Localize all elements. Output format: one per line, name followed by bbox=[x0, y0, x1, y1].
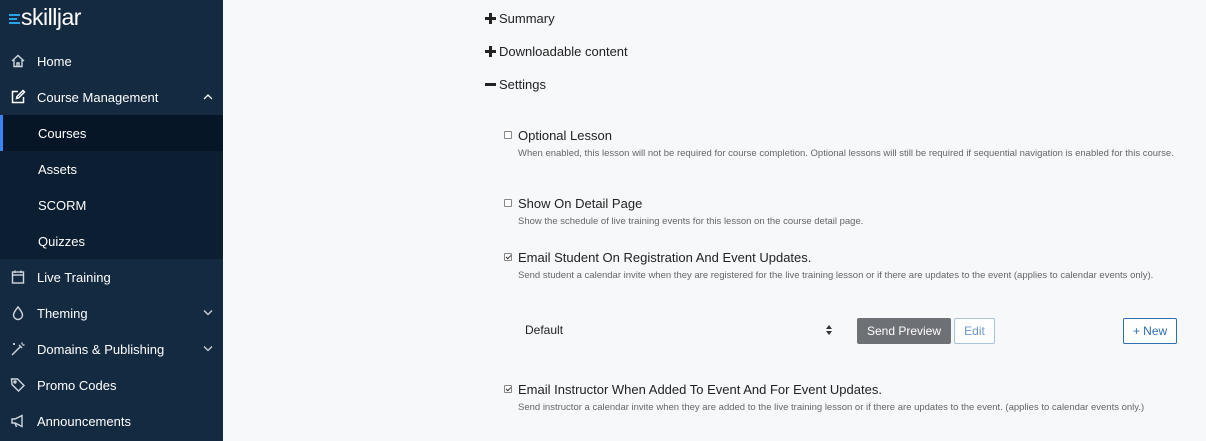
sidebar-subitem-label: Quizzes bbox=[38, 233, 85, 249]
select-value: Default bbox=[525, 323, 564, 337]
logo-wordmark: skilljar bbox=[21, 3, 81, 30]
optional-lesson-checkbox[interactable] bbox=[504, 131, 512, 139]
sidebar-subitem-courses[interactable]: Courses bbox=[0, 115, 223, 151]
section-title: Summary bbox=[499, 11, 555, 26]
sidebar-item-promo-codes[interactable]: Promo Codes bbox=[0, 367, 223, 403]
summary-section-toggle[interactable]: Summary bbox=[485, 11, 555, 26]
setting-title: Email Instructor When Added To Event And… bbox=[518, 382, 882, 397]
sidebar-item-label: Course Management bbox=[37, 89, 159, 105]
sidebar-item-live-training[interactable]: Live Training bbox=[0, 259, 223, 295]
show-on-detail-page-checkbox[interactable] bbox=[504, 199, 512, 207]
setting-title: Optional Lesson bbox=[518, 128, 612, 143]
section-title: Downloadable content bbox=[499, 44, 628, 59]
sidebar-subitem-label: SCORM bbox=[38, 197, 87, 213]
minus-icon bbox=[485, 79, 496, 90]
magic-wand-icon bbox=[11, 342, 25, 356]
setting-title: Show On Detail Page bbox=[518, 196, 643, 211]
setting-description: When enabled, this lesson will not be re… bbox=[518, 148, 1174, 159]
sidebar-subitem-scorm[interactable]: SCORM bbox=[0, 187, 223, 223]
sidebar-item-label: Home bbox=[37, 53, 72, 69]
email-student-checkbox[interactable] bbox=[504, 253, 512, 261]
edit-button[interactable]: Edit bbox=[954, 318, 995, 344]
skilljar-logo[interactable]: skilljar bbox=[9, 4, 81, 30]
course-management-submenu: Courses Assets SCORM Quizzes bbox=[0, 115, 223, 259]
sidebar-item-label: Theming bbox=[37, 305, 88, 321]
sidebar-subitem-label: Assets bbox=[38, 161, 78, 177]
main-content: Summary Downloadable content Settings Op… bbox=[223, 0, 1206, 441]
setting-description: Send student a calendar invite when they… bbox=[518, 270, 1154, 281]
home-icon bbox=[11, 54, 25, 68]
sidebar-subitem-quizzes[interactable]: Quizzes bbox=[0, 223, 223, 259]
new-template-button[interactable]: + New bbox=[1123, 318, 1177, 344]
sidebar-subitem-label: Courses bbox=[38, 125, 87, 141]
send-preview-button[interactable]: Send Preview bbox=[857, 318, 951, 344]
email-instructor-checkbox[interactable] bbox=[504, 385, 512, 393]
megaphone-icon bbox=[11, 414, 23, 428]
sidebar-item-theming[interactable]: Theming bbox=[0, 295, 223, 331]
calendar-icon bbox=[11, 270, 25, 284]
plus-icon bbox=[485, 46, 496, 57]
sidebar-item-label: Announcements bbox=[37, 413, 131, 429]
setting-description: Send instructor a calendar invite when t… bbox=[518, 402, 1145, 413]
sidebar-item-label: Promo Codes bbox=[37, 377, 117, 393]
downloadable-content-section-toggle[interactable]: Downloadable content bbox=[485, 44, 628, 59]
droplet-icon bbox=[12, 305, 24, 321]
section-title: Settings bbox=[499, 77, 546, 92]
setting-description: Show the schedule of live training event… bbox=[518, 216, 864, 227]
chevron-down-icon[interactable] bbox=[203, 345, 213, 352]
sidebar-item-label: Domains & Publishing bbox=[37, 341, 165, 357]
sidebar-subitem-assets[interactable]: Assets bbox=[0, 151, 223, 187]
setting-title: Email Student On Registration And Event … bbox=[518, 250, 812, 265]
email-template-select[interactable]: Default bbox=[514, 319, 840, 343]
sidebar-item-label: Live Training bbox=[37, 269, 111, 285]
sidebar-item-course-management[interactable]: Course Management bbox=[0, 79, 223, 115]
tag-icon bbox=[10, 378, 25, 392]
sidebar: skilljar Home Course Management Courses … bbox=[0, 0, 223, 441]
sidebar-item-domains-publishing[interactable]: Domains & Publishing bbox=[0, 331, 223, 367]
sidebar-item-announcements[interactable]: Announcements bbox=[0, 403, 223, 439]
chevron-down-icon[interactable] bbox=[203, 309, 213, 316]
edit-icon bbox=[11, 89, 26, 104]
plus-icon bbox=[485, 13, 496, 24]
settings-section-toggle[interactable]: Settings bbox=[485, 77, 546, 92]
sidebar-item-home[interactable]: Home bbox=[0, 43, 223, 79]
logo-mark-icon bbox=[9, 13, 20, 25]
select-arrows-icon bbox=[826, 325, 832, 335]
chevron-up-icon[interactable] bbox=[203, 93, 213, 100]
